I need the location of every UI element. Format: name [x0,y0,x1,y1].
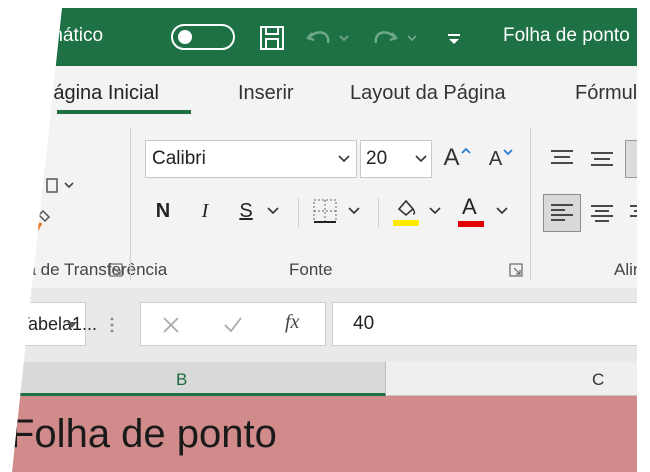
document-title: Folha de ponto [503,25,630,46]
insert-function-button[interactable]: fx [285,311,299,334]
redo-icon[interactable] [372,22,420,54]
align-left-icon [551,204,573,221]
cancel-icon[interactable] [159,313,183,337]
customize-quick-access-icon[interactable] [444,22,464,54]
grow-font-glyph: A [443,144,460,171]
underline-glyph: S [239,199,253,222]
font-size-value: 20 [366,148,388,169]
formula-input[interactable]: 40 [332,302,637,346]
shrink-font-glyph: A [488,147,503,170]
save-icon[interactable] [256,22,288,54]
bold-button[interactable]: N [148,194,178,228]
font-color-glyph: A [462,194,477,219]
align-bottom-button[interactable] [625,140,637,178]
format-painter-icon[interactable] [30,208,54,236]
copy-icon[interactable] [30,174,80,198]
chevron-down-icon[interactable] [336,151,352,167]
enter-icon[interactable] [221,313,245,337]
column-label: C [592,370,605,389]
group-separator [378,198,379,228]
title-bar: Automático Folha de ponto [8,8,637,66]
name-box[interactable]: Tabela1... [12,302,97,346]
undo-icon[interactable] [306,22,350,54]
column-headers: B C [12,362,637,396]
ribbon: Área de Transferência Calibri 20 A A N I… [0,120,650,289]
underline-button[interactable]: S [232,194,286,228]
align-center-icon[interactable] [588,200,616,228]
chevron-down-icon[interactable] [413,151,429,167]
font-name-box[interactable]: Calibri [145,140,357,178]
increase-font-size-button[interactable]: A [440,140,474,176]
chevron-down-icon[interactable] [65,319,79,331]
alignment-group-label: Alinhamento [614,260,650,279]
clipboard-dialog-launcher-icon[interactable] [108,262,124,278]
align-top-icon[interactable] [548,144,576,172]
excel-window: Automático Folha de ponto Página Inicial… [0,8,650,472]
autosave-label: Automático [8,25,104,46]
font-color-button[interactable]: A [454,192,510,230]
italic-button[interactable]: I [190,194,220,228]
column-header-b[interactable]: B [12,362,386,396]
sheet-title-text: Folha de ponto [10,412,277,456]
align-left-button[interactable] [543,194,581,232]
font-color-icon: A [456,194,486,228]
align-middle-icon[interactable] [588,144,616,172]
tab-page-layout[interactable]: Layout da Página [350,82,506,105]
font-dialog-launcher-icon[interactable] [508,262,524,278]
decrease-font-size-button[interactable]: A [484,142,518,176]
autosave-toggle[interactable] [171,24,235,50]
clipboard-group-label: Área de Transferência [0,260,168,279]
active-tab-indicator [57,110,191,114]
column-header-c[interactable]: C [387,362,637,396]
column-label: B [176,370,188,389]
formula-bar: Tabela1... fx 40 [12,288,637,362]
font-name-value: Calibri [152,148,206,169]
drag-handle-icon[interactable] [104,312,120,338]
font-size-box[interactable]: 20 [360,140,432,178]
tab-insert[interactable]: Inserir [238,82,294,105]
group-separator [298,198,299,228]
bold-glyph: N [155,199,171,222]
group-separator [130,128,131,280]
formula-value: 40 [353,313,375,334]
group-separator [530,128,531,280]
italic-glyph: I [201,199,209,222]
align-right-icon[interactable] [628,200,637,228]
fill-color-button[interactable] [388,192,444,230]
tab-formulas[interactable]: Fórmulas [575,82,637,105]
tab-home[interactable]: Página Inicial [40,82,159,105]
toggle-knob [178,30,192,44]
name-box-value: Tabela1... [19,314,98,334]
borders-button[interactable] [308,194,364,228]
formula-buttons: fx [140,302,326,346]
font-group-label: Fonte [289,260,333,279]
font-color-swatch [458,221,484,227]
